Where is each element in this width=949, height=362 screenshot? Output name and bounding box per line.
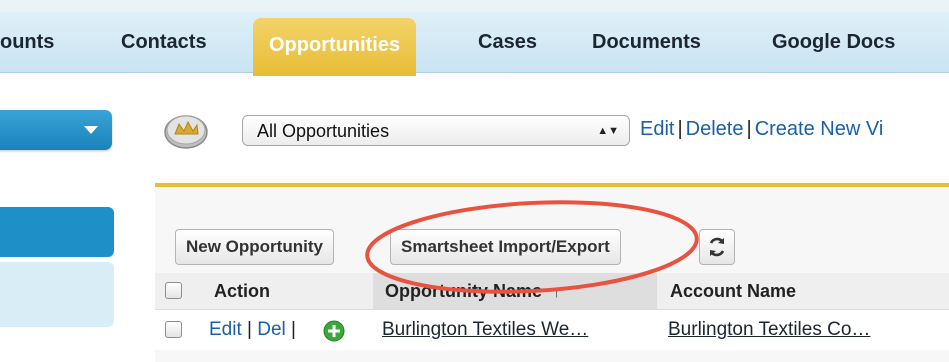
- account-name-link[interactable]: Burlington Textiles Co…: [668, 310, 870, 350]
- tab-contacts[interactable]: Contacts: [121, 12, 207, 72]
- select-arrows-icon: ▲▼: [597, 125, 619, 137]
- row-checkbox[interactable]: [165, 321, 182, 338]
- tab-opportunities[interactable]: Opportunities: [253, 18, 417, 76]
- view-select-value: All Opportunities: [257, 121, 390, 141]
- view-select[interactable]: All Opportunities ▲▼: [242, 115, 630, 146]
- link-separator: |: [677, 118, 683, 140]
- top-strip: [0, 0, 949, 12]
- edit-view-link[interactable]: Edit: [640, 118, 674, 140]
- tab-documents[interactable]: Documents: [592, 12, 701, 72]
- delete-view-link[interactable]: Delete: [686, 118, 744, 140]
- tab-google-docs[interactable]: Google Docs: [772, 12, 895, 72]
- row-actions: Edit | Del |: [209, 310, 296, 350]
- highlight-ellipse: [365, 200, 699, 294]
- tab-bar: ounts Contacts Opportunities Cases Docum…: [0, 12, 949, 76]
- tab-accounts[interactable]: ounts: [0, 12, 54, 72]
- sidebar-active-panel[interactable]: [0, 207, 114, 257]
- coin-icon: [164, 115, 208, 149]
- action-separator: |: [291, 319, 296, 340]
- chevron-down-icon: [84, 126, 98, 134]
- add-icon[interactable]: [323, 320, 345, 342]
- sidebar-select[interactable]: [0, 110, 112, 150]
- action-separator: |: [247, 319, 252, 340]
- select-all-checkbox[interactable]: [165, 282, 182, 299]
- view-links: Edit | Delete | Create New Vi: [640, 118, 883, 141]
- del-link[interactable]: Del: [257, 319, 286, 340]
- refresh-button[interactable]: [699, 229, 735, 265]
- edit-link[interactable]: Edit: [209, 319, 242, 340]
- sidebar-panel: [0, 262, 114, 327]
- tab-cases[interactable]: Cases: [478, 12, 537, 72]
- link-separator: |: [746, 118, 752, 140]
- opportunity-name-link[interactable]: Burlington Textiles We…: [382, 310, 588, 350]
- refresh-icon: [709, 237, 725, 257]
- create-new-view-link[interactable]: Create New Vi: [755, 118, 884, 140]
- new-opportunity-button[interactable]: New Opportunity: [175, 229, 334, 265]
- column-header-action: Action: [214, 281, 270, 301]
